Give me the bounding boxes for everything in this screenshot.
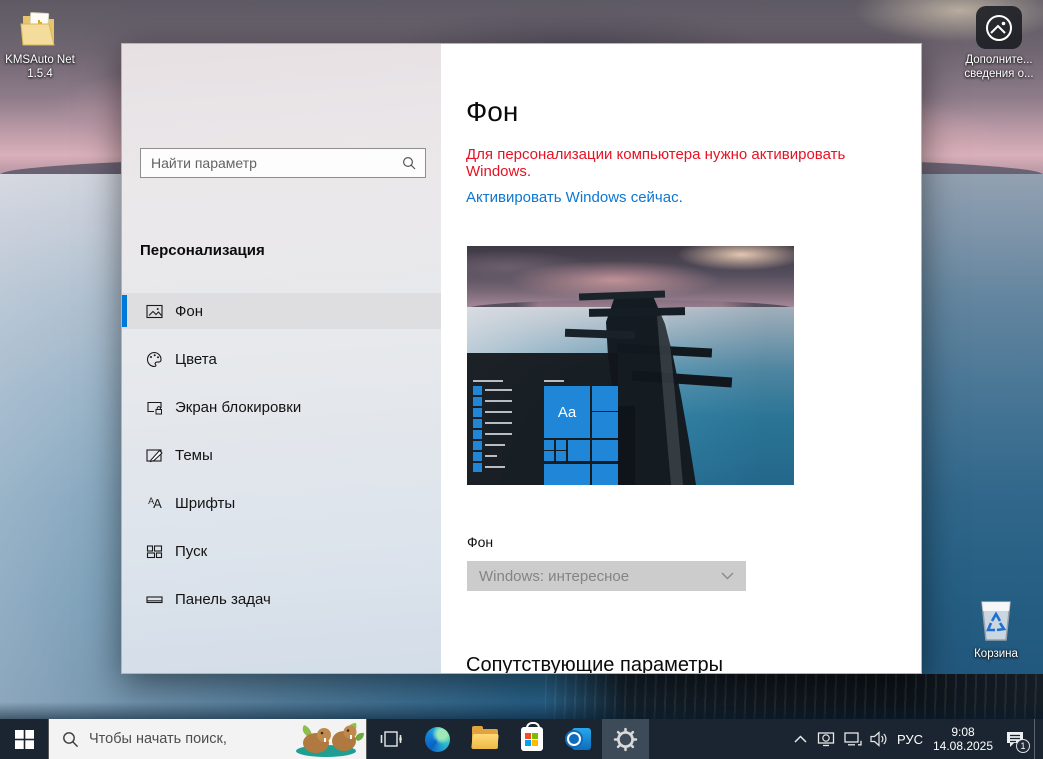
sidebar-item-label: Темы	[175, 447, 213, 464]
desktop-icon-more-info[interactable]: Дополните... сведения о...	[956, 6, 1042, 81]
icon-label-2: сведения о...	[964, 68, 1033, 80]
search-icon	[402, 156, 416, 170]
recycle-bin-icon	[972, 594, 1020, 644]
tray-network-button[interactable]	[840, 719, 864, 759]
tray-volume-button[interactable]	[866, 719, 890, 759]
sidebar-item-label: Панель задач	[175, 591, 271, 608]
taskbar-icon	[146, 591, 163, 608]
settings-sidebar: Главная Персонализация Фон	[122, 44, 441, 674]
picture-icon	[976, 6, 1022, 49]
chevron-up-icon	[794, 735, 807, 743]
chevron-down-icon	[721, 572, 734, 580]
settings-search-input[interactable]	[141, 155, 402, 171]
microsoft-store-icon	[521, 727, 543, 751]
outlook-icon	[567, 728, 591, 750]
taskbar: РУС 9:08 14.08.2025 1	[0, 719, 1043, 759]
start-button[interactable]	[0, 719, 48, 759]
action-center-button[interactable]: 1	[998, 719, 1032, 759]
taskbar-apps	[367, 719, 649, 759]
sidebar-item-label: Экран блокировки	[175, 399, 301, 416]
desktop-icon-kmsauto[interactable]: KMSAuto Net 1.5.4	[0, 8, 83, 81]
tray-expand-button[interactable]	[788, 719, 812, 759]
clock-time: 9:08	[930, 725, 996, 739]
system-tray: РУС 9:08 14.08.2025 1	[788, 719, 1043, 759]
desktop-icon-recycle-bin[interactable]: Корзина	[953, 594, 1039, 661]
file-explorer-icon	[472, 729, 498, 749]
icon-label-2: 1.5.4	[27, 68, 53, 80]
wallpaper-shore	[0, 702, 1043, 719]
background-dropdown-label: Фон	[467, 534, 493, 550]
settings-gear-icon	[613, 727, 638, 752]
settings-search-box[interactable]	[140, 148, 426, 178]
dropdown-value: Windows: интересное	[479, 568, 721, 585]
settings-content: Фон Для персонализации компьютера нужно …	[441, 44, 922, 674]
file-explorer-button[interactable]	[461, 719, 508, 759]
notification-badge: 1	[1016, 739, 1030, 753]
windows-logo-icon	[15, 730, 34, 749]
network-icon	[843, 731, 862, 747]
background-dropdown[interactable]: Windows: интересное	[467, 561, 746, 591]
volume-icon	[869, 731, 888, 747]
preview-start-menu: Aa	[467, 353, 618, 485]
settings-taskbar-button[interactable]	[602, 719, 649, 759]
sidebar-item-fonts[interactable]: AA Шрифты	[122, 485, 441, 521]
icon-label: Корзина	[974, 648, 1018, 660]
edge-icon	[425, 727, 450, 752]
related-settings-title: Сопутствующие параметры	[466, 654, 723, 674]
cast-display-icon	[817, 731, 835, 747]
icon-label: KMSAuto Net	[5, 54, 75, 66]
preview-tile-aa: Aa	[544, 386, 590, 438]
sidebar-item-themes[interactable]: Темы	[122, 437, 441, 473]
sidebar-section-title: Персонализация	[140, 242, 265, 259]
themes-icon	[146, 447, 163, 464]
taskbar-search-input[interactable]	[79, 731, 288, 747]
background-preview: Aa	[467, 246, 794, 485]
lock-screen-icon	[146, 399, 163, 416]
sidebar-item-background[interactable]: Фон	[122, 293, 441, 329]
activation-warning: Для персонализации компьютера нужно акти…	[466, 146, 896, 180]
desktop: KMSAuto Net 1.5.4 Дополните... сведения …	[0, 0, 1043, 759]
task-view-button[interactable]	[367, 719, 414, 759]
search-highlight-otters-image	[288, 721, 364, 757]
sidebar-item-label: Шрифты	[175, 495, 235, 512]
icon-label: Дополните...	[965, 54, 1032, 66]
clock[interactable]: 9:08 14.08.2025	[930, 725, 996, 753]
start-icon	[146, 543, 163, 560]
colors-icon	[146, 351, 163, 368]
page-title: Фон	[466, 96, 518, 128]
language-indicator[interactable]: РУС	[892, 732, 928, 747]
task-view-icon	[380, 728, 402, 750]
microsoft-store-button[interactable]	[508, 719, 555, 759]
sidebar-nav: Фон Цвета Экран блокировки	[122, 293, 441, 629]
taskbar-search-box[interactable]	[48, 719, 367, 759]
edge-button[interactable]	[414, 719, 461, 759]
tray-cast-button[interactable]	[814, 719, 838, 759]
sidebar-item-taskbar[interactable]: Панель задач	[122, 581, 441, 617]
clock-date: 14.08.2025	[930, 739, 996, 753]
settings-window: Параметры Главная	[121, 43, 922, 674]
fonts-icon: AA	[146, 496, 163, 511]
outlook-button[interactable]	[555, 719, 602, 759]
sidebar-item-label: Цвета	[175, 351, 217, 368]
sidebar-item-lock-screen[interactable]: Экран блокировки	[122, 389, 441, 425]
search-icon	[62, 731, 79, 748]
show-desktop-button[interactable]	[1034, 719, 1039, 759]
sidebar-item-start[interactable]: Пуск	[122, 533, 441, 569]
sidebar-item-label: Пуск	[175, 543, 207, 560]
activate-windows-link[interactable]: Активировать Windows сейчас.	[466, 189, 683, 206]
folder-icon	[17, 8, 63, 50]
background-icon	[146, 303, 163, 320]
sidebar-item-colors[interactable]: Цвета	[122, 341, 441, 377]
sidebar-item-label: Фон	[175, 303, 203, 320]
